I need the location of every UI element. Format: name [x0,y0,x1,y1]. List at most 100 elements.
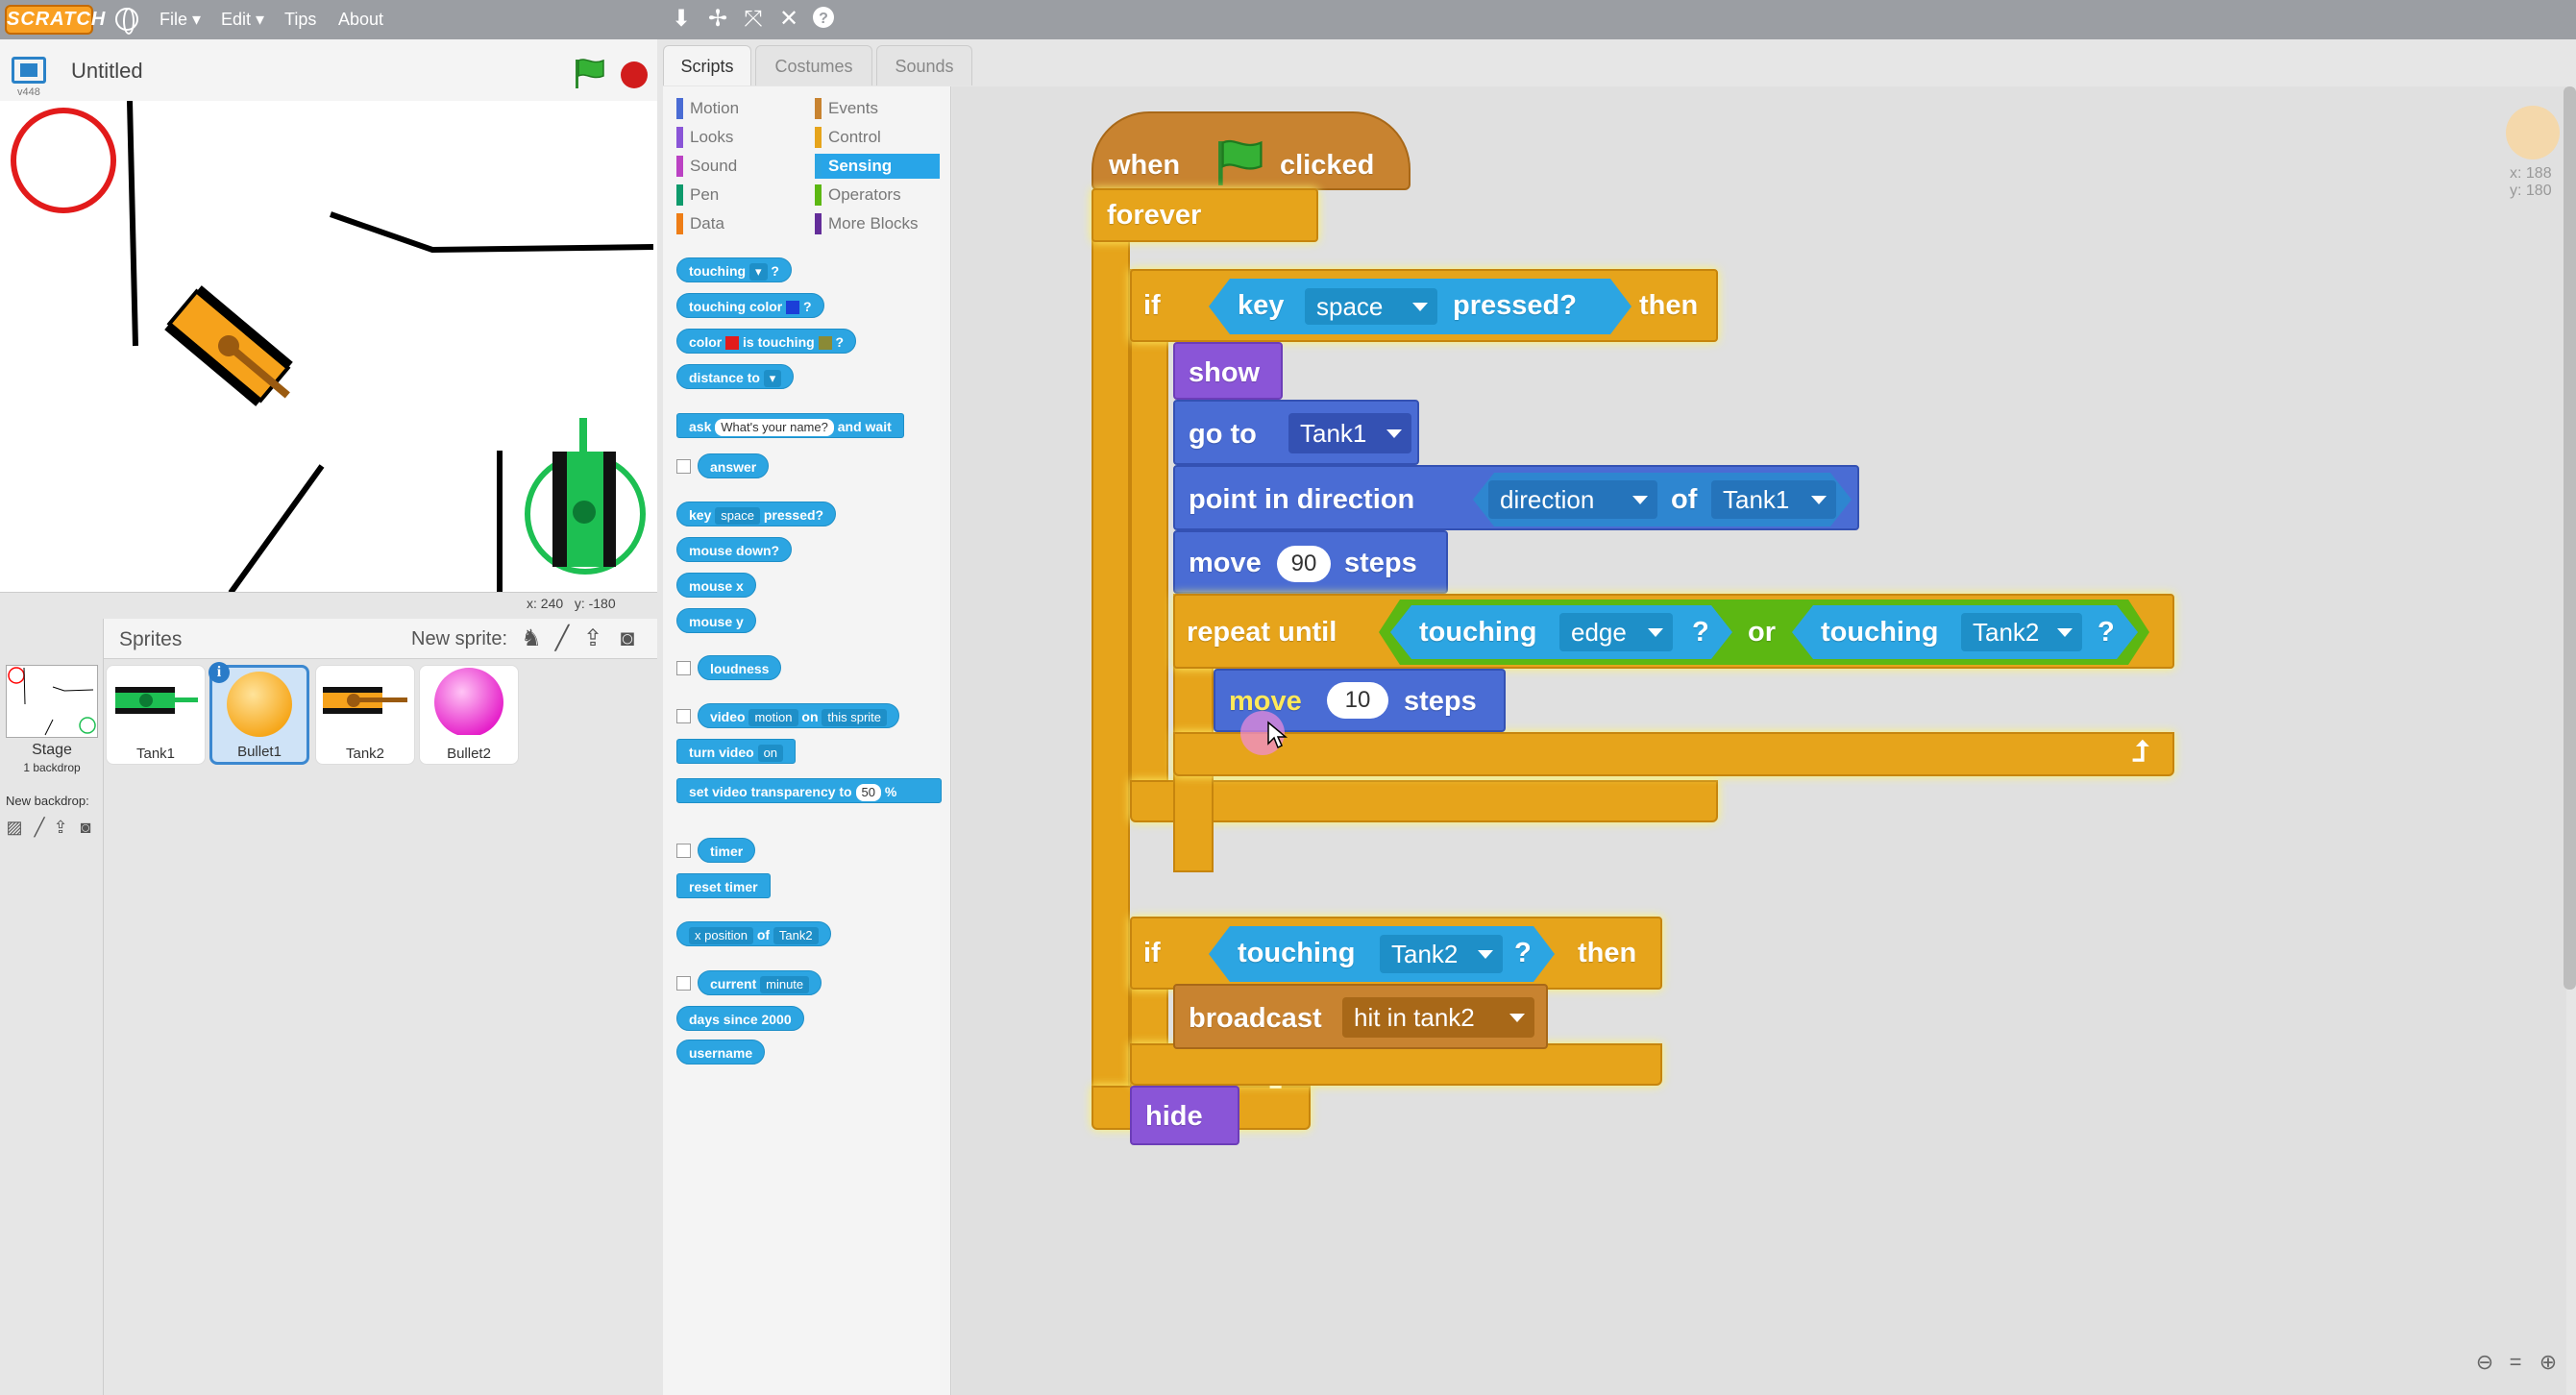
language-globe-icon[interactable] [115,8,138,35]
upload-backdrop-icon[interactable]: ⇪ [50,817,71,838]
grow-icon[interactable]: ⤧ [741,6,766,33]
timer-checkbox[interactable] [676,844,691,858]
target-dropdown[interactable]: Tank1 [1711,480,1836,519]
block-ask-and-wait[interactable]: ask What's your name? and wait [676,413,904,438]
hide-block[interactable]: hide [1130,1086,1239,1145]
category-pen[interactable]: Pen [676,183,801,208]
block-days-since-2000[interactable]: days since 2000 [676,1006,804,1031]
current-checkbox[interactable] [676,976,691,991]
zoom-out-icon[interactable]: ⊖ [2471,1349,2498,1376]
go-to-dropdown[interactable]: Tank1 [1288,413,1411,453]
block-touching[interactable]: touching ▾ ? [676,257,792,282]
tab-sounds[interactable]: Sounds [876,45,972,86]
block-mouse-down[interactable]: mouse down? [676,537,793,562]
camera-backdrop-icon[interactable]: ◙ [75,817,96,838]
touching-dropdown[interactable]: Tank2 [1961,613,2082,651]
cut-icon[interactable]: ✢ [705,6,730,33]
paint-sprite-icon[interactable]: ╱ [548,624,577,653]
category-sensing[interactable]: Sensing [815,154,940,179]
touching-dropdown[interactable]: edge [1559,613,1673,651]
info-icon[interactable]: i [209,662,230,683]
go-to-block[interactable]: go to Tank1 [1173,400,1419,465]
move-steps-block[interactable]: move 90 steps [1173,530,1448,594]
duplicate-icon[interactable]: ⬇ [669,6,694,33]
broadcast-dropdown[interactable]: hit in tank2 [1342,997,1534,1038]
zoom-in-icon[interactable]: ⊕ [2535,1349,2562,1376]
scratch-logo[interactable]: SCRATCH [5,5,105,35]
or-operator[interactable]: touching edge ? or touching Tank2 ? [1379,600,2149,665]
direction-of-reporter[interactable]: direction of Tank1 [1473,473,1852,526]
key-pressed-condition[interactable]: key space pressed? [1209,279,1631,334]
broadcast-block[interactable]: broadcast hit in tank2 [1173,984,1548,1049]
camera-sprite-icon[interactable]: ◙ [613,624,642,653]
category-more-blocks[interactable]: More Blocks [815,211,940,236]
block-current[interactable]: current minute [698,970,822,995]
if-touching-block[interactable]: if touching Tank2 ? then [1130,917,1662,990]
block-loudness[interactable]: loudness [698,655,782,680]
paint-backdrop-icon[interactable]: ╱ [29,817,50,838]
help-icon[interactable]: ? [811,6,836,33]
block-attribute-of[interactable]: x position of Tank2 [676,921,831,946]
attribute-dropdown[interactable]: direction [1488,480,1657,519]
fullscreen-icon[interactable] [12,57,46,84]
block-color-is-touching[interactable]: color is touching ? [676,329,857,354]
stage-canvas[interactable] [0,101,657,593]
block-mouse-y[interactable]: mouse y [676,608,756,633]
scripts-scrollbar[interactable] [2564,86,2576,990]
tab-costumes[interactable]: Costumes [755,45,872,86]
menu-about[interactable]: About [338,0,383,39]
stop-icon[interactable] [621,61,648,88]
sprite-tile-tank1[interactable]: Tank1 [106,665,206,765]
stage-thumbnail[interactable] [6,665,98,738]
category-data[interactable]: Data [676,211,801,236]
sprite-tile-tank2[interactable]: Tank2 [315,665,415,765]
tab-scripts[interactable]: Scripts [663,45,751,86]
video-checkbox[interactable] [676,709,691,723]
repeat-until-block[interactable]: repeat until touching edge ? or touching… [1173,594,2174,669]
upload-sprite-icon[interactable]: ⇪ [578,624,607,653]
menu-edit[interactable]: Edit ▾ [221,0,264,39]
block-key-pressed[interactable]: key space pressed? [676,502,837,526]
green-flag-icon[interactable] [573,58,607,90]
block-reset-timer[interactable]: reset timer [676,873,771,898]
sprite-library-icon[interactable]: ♞ [517,624,546,653]
category-operators[interactable]: Operators [815,183,940,208]
touching-edge-condition[interactable]: touching edge ? [1390,605,1732,659]
category-sound[interactable]: Sound [676,154,801,179]
category-motion[interactable]: Motion [676,96,801,121]
point-in-direction-block[interactable]: point in direction direction of Tank1 [1173,465,1859,530]
category-looks[interactable]: Looks [676,125,801,150]
block-turn-video[interactable]: turn video on [676,739,797,764]
touching-tank2-condition[interactable]: touching Tank2 ? [1209,926,1555,982]
steps-input[interactable]: 90 [1277,546,1331,582]
when-flag-clicked-block[interactable]: when clicked [1092,111,1411,190]
touching-tank2-condition[interactable]: touching Tank2 ? [1792,605,2138,659]
category-control[interactable]: Control [815,125,940,150]
menu-file[interactable]: File ▾ [159,0,201,39]
forever-block[interactable]: forever [1092,188,1318,242]
shrink-icon[interactable]: ✕ [776,6,801,33]
block-video-on[interactable]: video motion on this sprite [698,703,900,728]
sprite-tile-bullet2[interactable]: Bullet2 [419,665,519,765]
scripts-area[interactable]: ⮥ when clicked forever if key space pres… [952,86,2566,1395]
sprite-tile-bullet1[interactable]: i Bullet1 [209,662,309,765]
block-timer[interactable]: timer [698,838,756,863]
project-title[interactable]: Untitled [71,59,143,84]
if-key-pressed-block[interactable]: if key space pressed? then [1130,269,1718,342]
zoom-reset-icon[interactable]: = [2502,1349,2529,1376]
touching-dropdown[interactable]: Tank2 [1380,935,1503,973]
loudness-checkbox[interactable] [676,661,691,675]
block-distance-to[interactable]: distance to ▾ [676,364,795,389]
backdrop-library-icon[interactable]: ▨ [4,817,25,838]
block-username[interactable]: username [676,1040,766,1065]
answer-checkbox[interactable] [676,459,691,474]
show-block[interactable]: show [1173,342,1283,400]
block-answer[interactable]: answer [698,453,770,478]
block-touching-color[interactable]: touching color ? [676,293,824,318]
steps-input[interactable]: 10 [1327,682,1388,719]
block-mouse-x[interactable]: mouse x [676,573,756,598]
menu-tips[interactable]: Tips [284,0,316,39]
block-set-video-transparency[interactable]: set video transparency to 50 % [676,778,942,803]
key-dropdown[interactable]: space [1305,288,1437,325]
category-events[interactable]: Events [815,96,940,121]
